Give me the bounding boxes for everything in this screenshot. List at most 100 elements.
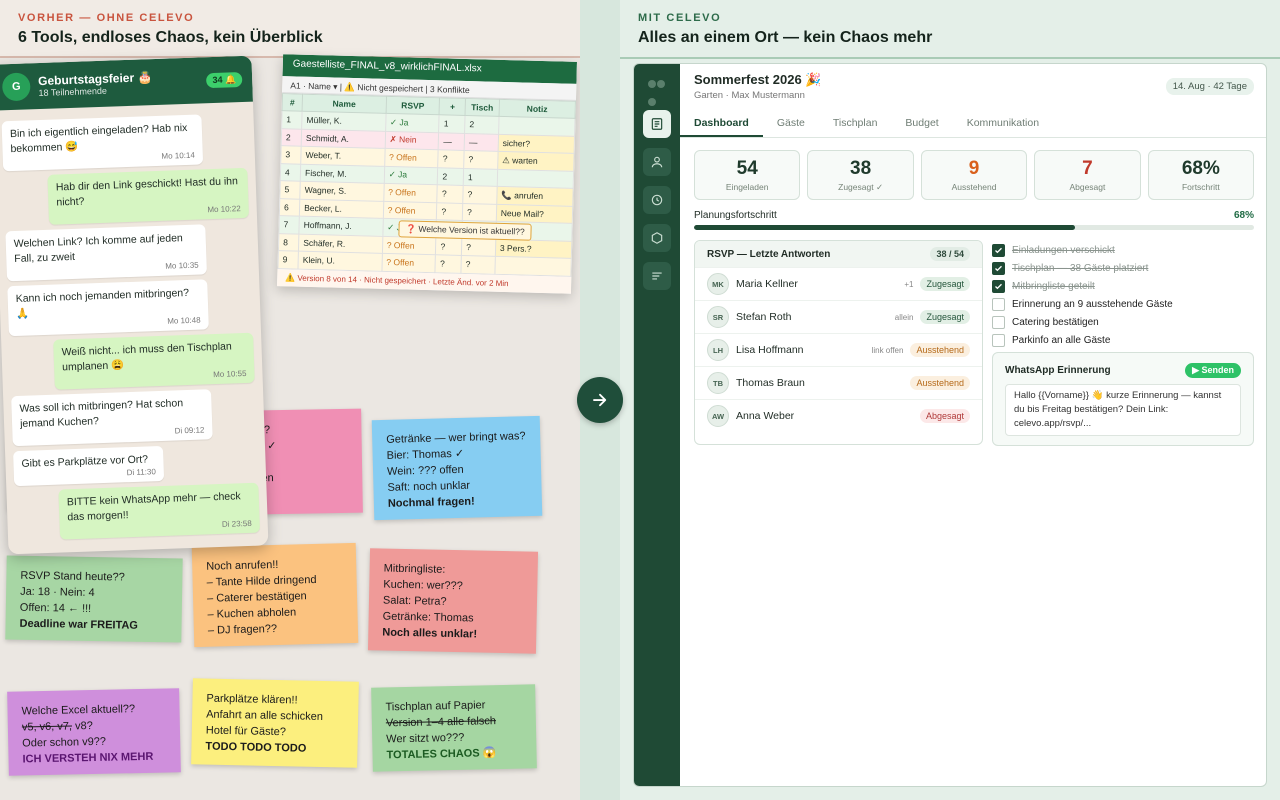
- excel-cell[interactable]: ?: [435, 254, 462, 273]
- excel-cell[interactable]: 1: [439, 114, 466, 133]
- checkbox[interactable]: [992, 297, 1005, 311]
- checkbox[interactable]: [992, 333, 1005, 347]
- excel-cell[interactable]: Weber, T.: [300, 146, 385, 166]
- excel-cell[interactable]: 2: [464, 115, 499, 134]
- excel-cell[interactable]: ? Offen: [383, 183, 438, 203]
- excel-cell[interactable]: Schmidt, A.: [301, 128, 386, 149]
- excel-cell[interactable]: ?: [436, 202, 463, 221]
- excel-cell[interactable]: Müller, K.: [301, 111, 386, 131]
- arrow-right-button[interactable]: [577, 377, 623, 423]
- excel-cell[interactable]: ? Offen: [382, 235, 437, 255]
- excel-cell[interactable]: Hoffmann, J.: [299, 216, 383, 236]
- before-panel: VORHER — OHNE CELEVO 6 Tools, endloses C…: [0, 0, 580, 800]
- check-icon: [995, 247, 1002, 253]
- excel-cell[interactable]: ? Offen: [384, 148, 439, 168]
- rsvp-row[interactable]: LH Lisa Hoffmann link offen Ausstehend: [695, 333, 982, 366]
- excel-cell[interactable]: Klein, U.: [298, 251, 383, 271]
- checklist-label: Mitbringliste geteilt: [1012, 280, 1095, 292]
- after-headline: Alles an einem Ort — kein Chaos mehr: [638, 29, 933, 46]
- excel-cell[interactable]: ?: [462, 202, 497, 222]
- rsvp-title: RSVP — Letzte Antworten: [707, 248, 831, 260]
- excel-cell[interactable]: 📞 anrufen: [496, 186, 574, 206]
- rsvp-row[interactable]: MK Maria Kellner +1 Zugesagt: [695, 267, 982, 300]
- excel-column-header[interactable]: Name: [302, 94, 387, 114]
- avatar: MK: [707, 273, 729, 295]
- stat-card: 68% Fortschritt: [1147, 150, 1255, 200]
- checkbox[interactable]: [992, 243, 1005, 257]
- checklist-item[interactable]: Parkinfo an alle Gäste: [992, 331, 1254, 349]
- excel-cell[interactable]: [494, 256, 572, 276]
- excel-cell[interactable]: 4: [280, 163, 301, 182]
- excel-cell[interactable]: [497, 168, 574, 189]
- sticky-note-drinks: Getränke — wer bringt was? Bier: Thomas …: [371, 415, 543, 521]
- checkbox[interactable]: [992, 279, 1005, 293]
- after-header: MIT CELEVO Alles an einem Ort — kein Cha…: [620, 0, 1280, 59]
- sidebar-list-icon[interactable]: [643, 262, 671, 290]
- excel-column-header[interactable]: #: [282, 93, 303, 112]
- tab-tischplan[interactable]: Tischplan: [819, 110, 892, 137]
- excel-cell[interactable]: ?: [461, 255, 496, 274]
- checkbox[interactable]: [992, 261, 1005, 275]
- checklist-item[interactable]: Einladungen verschickt: [992, 241, 1254, 259]
- excel-cell[interactable]: ?: [437, 184, 464, 203]
- excel-cell[interactable]: ✓ Ja: [383, 165, 439, 185]
- tab-dashboard[interactable]: Dashboard: [680, 110, 763, 137]
- excel-cell[interactable]: ?: [463, 150, 498, 169]
- checklist-item[interactable]: Erinnerung an 9 ausstehende Gäste: [992, 295, 1254, 313]
- excel-cell[interactable]: ?: [462, 185, 498, 204]
- excel-cell[interactable]: ✓ Ja: [385, 113, 440, 133]
- excel-cell[interactable]: 1: [463, 167, 498, 187]
- chat-message: Bin ich eigentlich eingeladen? Hab nix b…: [1, 114, 204, 172]
- excel-cell[interactable]: ✗ Nein: [384, 130, 440, 150]
- excel-cell[interactable]: ⚠ warten: [497, 151, 575, 171]
- excel-column-header[interactable]: Tisch: [465, 98, 500, 117]
- tab-budget[interactable]: Budget: [891, 110, 952, 137]
- reminder-message[interactable]: Hallo {{Vorname}} 👋 kurze Erinnerung — k…: [1005, 384, 1241, 436]
- excel-column-header[interactable]: Notiz: [498, 99, 576, 119]
- checklist-item[interactable]: Mitbringliste geteilt: [992, 277, 1254, 295]
- chat-message: BITTE kein WhatsApp mehr — check das mor…: [58, 482, 261, 540]
- excel-cell[interactable]: [498, 116, 576, 136]
- rsvp-row[interactable]: AW Anna Weber Abgesagt: [695, 399, 982, 432]
- excel-cell[interactable]: ?: [435, 237, 462, 256]
- excel-cell[interactable]: Schäfer, R.: [298, 233, 383, 254]
- excel-cell[interactable]: 7: [278, 215, 300, 234]
- sticky-note-park: Parkplätze klären!! Anfahrt an alle schi…: [191, 678, 359, 768]
- excel-column-header[interactable]: +: [439, 97, 466, 116]
- excel-cell[interactable]: —: [438, 132, 465, 151]
- excel-cell[interactable]: ?: [438, 149, 465, 168]
- checklist-item[interactable]: Tischplan — 38 Gäste platziert: [992, 259, 1254, 277]
- sidebar-box-icon[interactable]: [643, 224, 671, 252]
- excel-cell[interactable]: Fischer, M.: [300, 163, 385, 184]
- excel-cell[interactable]: Neue Mail?: [496, 203, 573, 224]
- excel-cell[interactable]: 2: [437, 167, 464, 186]
- excel-column-header[interactable]: RSVP: [385, 96, 440, 115]
- excel-cell[interactable]: 5: [279, 180, 301, 199]
- checkbox[interactable]: [992, 315, 1005, 329]
- sidebar-guest-icon[interactable]: [643, 148, 671, 176]
- excel-cell[interactable]: —: [464, 132, 499, 152]
- excel-cell[interactable]: ? Offen: [382, 200, 438, 220]
- excel-cell[interactable]: ?: [461, 237, 496, 257]
- tab-kommunikation[interactable]: Kommunikation: [953, 110, 1053, 137]
- rsvp-row[interactable]: SR Stefan Roth allein Zugesagt: [695, 300, 982, 333]
- excel-cell[interactable]: sicher?: [497, 133, 575, 154]
- app-sidebar: [634, 64, 680, 786]
- excel-cell[interactable]: ? Offen: [381, 253, 436, 273]
- excel-cell[interactable]: Wagner, S.: [299, 181, 384, 201]
- rsvp-row[interactable]: TB Thomas Braun Ausstehend: [695, 366, 982, 399]
- sidebar-dashboard-icon[interactable]: [643, 110, 671, 138]
- checklist-item[interactable]: Catering bestätigen: [992, 313, 1254, 331]
- tab-gaeste[interactable]: Gäste: [763, 110, 819, 137]
- unread-badge: 34 🔔: [206, 71, 243, 88]
- excel-cell[interactable]: Becker, L.: [299, 198, 384, 219]
- sidebar-clock-icon[interactable]: [643, 186, 671, 214]
- excel-cell[interactable]: 8: [278, 233, 300, 252]
- excel-cell[interactable]: 1: [281, 110, 303, 129]
- excel-cell[interactable]: 3 Pers.?: [495, 238, 572, 259]
- send-button[interactable]: ▶ Senden: [1185, 363, 1241, 378]
- excel-cell[interactable]: 6: [279, 198, 300, 217]
- excel-cell[interactable]: 9: [277, 250, 299, 269]
- excel-cell[interactable]: 2: [281, 128, 302, 147]
- excel-cell[interactable]: 3: [280, 145, 302, 164]
